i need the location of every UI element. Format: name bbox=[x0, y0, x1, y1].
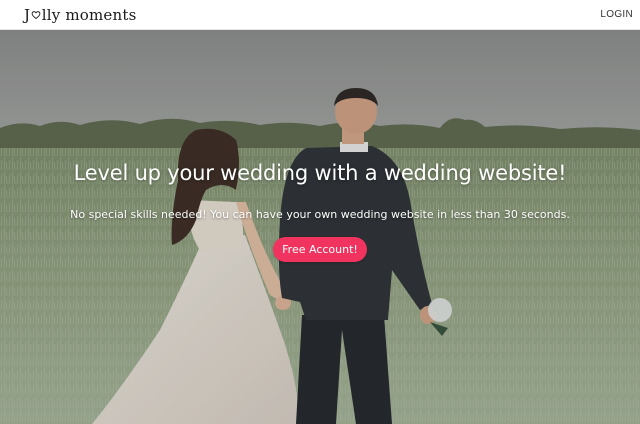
page: J lly moments LOGIN Level up your weddin… bbox=[0, 0, 640, 424]
logo-text-prefix: J bbox=[24, 5, 31, 24]
hero-subtitle: No special skills needed! You can have y… bbox=[70, 208, 570, 221]
hero-overlay bbox=[0, 30, 640, 424]
top-navbar: J lly moments LOGIN bbox=[0, 0, 640, 30]
logo-text-suffix: lly moments bbox=[41, 5, 137, 24]
hero-title: Level up your wedding with a wedding web… bbox=[73, 161, 567, 185]
heart-icon bbox=[31, 10, 41, 20]
hero-section: Level up your wedding with a wedding web… bbox=[0, 30, 640, 424]
site-logo[interactable]: J lly moments bbox=[24, 6, 137, 24]
login-link[interactable]: LOGIN bbox=[600, 9, 633, 20]
free-account-button[interactable]: Free Account! bbox=[273, 237, 367, 262]
